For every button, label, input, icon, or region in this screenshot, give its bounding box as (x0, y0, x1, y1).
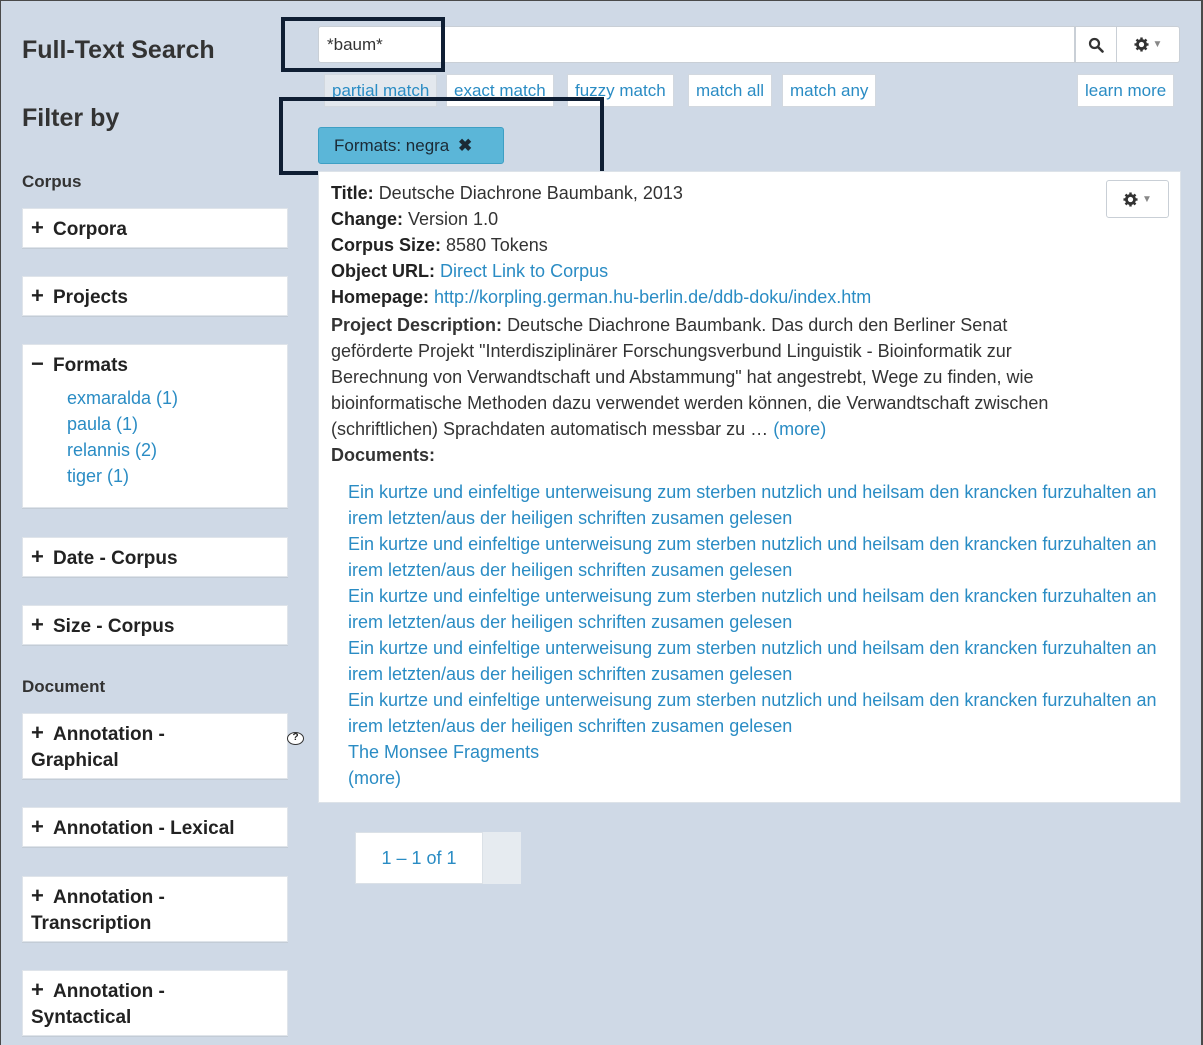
search-icon (1088, 37, 1104, 53)
result-settings-button[interactable]: ▼ (1106, 180, 1169, 218)
search-button[interactable] (1075, 26, 1117, 63)
section-document: Document (22, 677, 106, 696)
desc-line: Berechnung von Verwandtschaft und Abstam… (331, 367, 1034, 387)
filter-heading: Filter by (22, 104, 120, 132)
expand-icon: + (31, 720, 44, 745)
chevron-down-icon: ▼ (1152, 39, 1163, 50)
facet-label: Formats (53, 355, 128, 376)
corpus-link[interactable]: Direct Link to Corpus (440, 261, 608, 281)
facet-label: Date - Corpus (53, 548, 178, 569)
highlight-search-term (281, 17, 445, 72)
expand-icon: + (31, 612, 44, 637)
field-label: Homepage: (331, 287, 430, 307)
project-description: Project Description: Deutsche Diachrone … (331, 312, 1161, 468)
result-title-row: Title: Deutsche Diachrone Baumbank, 2013 (331, 180, 683, 206)
expand-icon: + (31, 977, 44, 1002)
page-title: Full-Text Search (22, 36, 215, 64)
field-label: Corpus Size: (331, 235, 442, 255)
gear-icon (1123, 191, 1138, 207)
facet-value-paula[interactable]: paula (1) (67, 414, 138, 434)
field-label: Object URL: (331, 261, 436, 281)
result-url-row: Object URL: Direct Link to Corpus (331, 258, 608, 284)
mode-match-all[interactable]: match all (688, 74, 773, 107)
pagination-current[interactable]: 1 – 1 of 1 (355, 832, 483, 884)
result-size: 8580 Tokens (446, 235, 548, 255)
expand-icon: + (31, 814, 44, 839)
facet-formats[interactable]: − Formats exmaralda (1) paula (1) relanni… (22, 344, 288, 508)
field-label: Project Description: (331, 315, 503, 335)
facet-label: Projects (53, 287, 128, 308)
result-title: Deutsche Diachrone Baumbank, 2013 (378, 183, 683, 203)
mode-match-any[interactable]: match any (782, 74, 877, 107)
help-icon[interactable]: ? (287, 732, 304, 745)
document-link[interactable]: Ein kurtze und einfeltige unterweisung z… (348, 479, 1168, 531)
documents-list: Ein kurtze und einfeltige unterweisung z… (348, 479, 1168, 791)
facet-value-relannis[interactable]: relannis (2) (67, 440, 157, 460)
desc-line: (schriftlichen) Sprachdaten automatisch … (331, 419, 774, 439)
field-label: Change: (331, 209, 403, 229)
expand-icon: + (31, 283, 44, 308)
desc-line: Deutsche Diachrone Baumbank. Das durch d… (507, 315, 1008, 335)
learn-more-button[interactable]: learn more (1077, 74, 1175, 107)
facet-value-tiger[interactable]: tiger (1) (67, 466, 129, 486)
documents-label: Documents: (331, 445, 436, 465)
facet-value-exmaralda[interactable]: exmaralda (1) (67, 388, 178, 408)
document-link[interactable]: The Monsee Fragments (348, 739, 1168, 765)
result-homepage-row: Homepage: http://korpling.german.hu-berl… (331, 284, 871, 310)
facet-label: Size - Corpus (53, 616, 175, 637)
document-link[interactable]: Ein kurtze und einfeltige unterweisung z… (348, 531, 1168, 583)
facet-annotation-graphical[interactable]: + Annotation - Graphical (22, 713, 288, 779)
facet-date-corpus[interactable]: + Date - Corpus (22, 537, 288, 577)
field-label: Title: (331, 183, 374, 203)
gear-icon (1134, 37, 1149, 52)
document-link[interactable]: Ein kurtze und einfeltige unterweisung z… (348, 583, 1168, 635)
highlight-filter-chip (279, 97, 604, 175)
homepage-link[interactable]: http://korpling.german.hu-berlin.de/ddb-… (434, 287, 871, 307)
section-corpus: Corpus (22, 172, 82, 191)
expand-icon: + (31, 883, 44, 908)
search-settings-button[interactable]: ▼ (1116, 26, 1180, 63)
expand-icon: + (31, 544, 44, 569)
chevron-down-icon: ▼ (1142, 193, 1152, 205)
expand-icon: + (31, 215, 44, 240)
facet-annotation-lexical[interactable]: + Annotation - Lexical (22, 807, 288, 847)
document-link[interactable]: Ein kurtze und einfeltige unterweisung z… (348, 635, 1168, 687)
filter-sidebar: Full-Text Search Filter by Corpus + Corpo… (0, 0, 304, 1045)
desc-line: bioinformatische Methoden dazu verwendet… (331, 393, 1049, 413)
result-size-row: Corpus Size: 8580 Tokens (331, 232, 548, 258)
facet-annotation-syntactical[interactable]: + Annotation - Syntactical (22, 970, 288, 1036)
result-change-row: Change: Version 1.0 (331, 206, 498, 232)
result-change: Version 1.0 (408, 209, 499, 229)
facet-projects[interactable]: + Projects (22, 276, 288, 316)
document-link[interactable]: Ein kurtze und einfeltige unterweisung z… (348, 687, 1168, 739)
facet-corpora[interactable]: + Corpora (22, 208, 288, 248)
facet-label: Corpora (53, 219, 127, 240)
description-more-link[interactable]: (more) (773, 419, 826, 439)
pagination: 1 – 1 of 1 (355, 832, 521, 884)
facet-label: Annotation - Lexical (53, 818, 235, 839)
facet-annotation-transcription[interactable]: + Annotation - Transcription (22, 876, 288, 942)
facet-size-corpus[interactable]: + Size - Corpus (22, 605, 288, 645)
documents-more-link[interactable]: (more) (348, 765, 1168, 791)
desc-line: geförderte Projekt "Interdisziplinärer F… (331, 341, 1012, 361)
collapse-icon: − (31, 351, 44, 376)
